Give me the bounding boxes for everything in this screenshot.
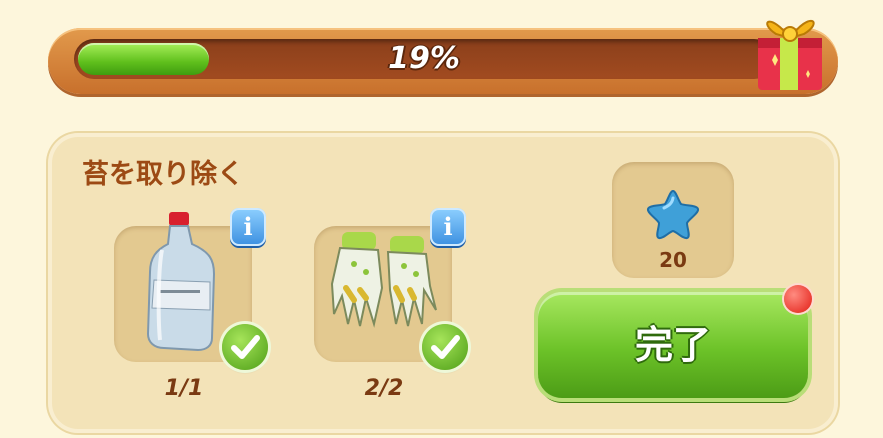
progress-bar: 19% (48, 28, 838, 94)
task-title: 苔を取り除く (82, 159, 244, 190)
item-count-bottle: 1/1 (164, 376, 204, 401)
notification-dot (784, 285, 812, 313)
info-button-bottle[interactable]: i (230, 208, 266, 246)
gift-box-icon[interactable] (750, 0, 830, 96)
progress-percent: 19% (388, 41, 460, 76)
bottle-icon (146, 212, 216, 352)
item-count-gloves: 2/2 (364, 376, 404, 401)
complete-button-label: 完了 (634, 323, 711, 367)
gloves-icon (330, 232, 437, 328)
progress-track: 19% (74, 39, 774, 79)
check-icon (222, 324, 268, 370)
quest-screen: 19% 苔を取り除く i 1/1 i 2/2 20 完了 (0, 0, 883, 438)
complete-button[interactable]: 完了 (538, 292, 808, 398)
reward-amount: 20 (659, 248, 687, 272)
check-icon (422, 324, 468, 370)
info-button-gloves[interactable]: i (430, 208, 466, 246)
blue-star-icon (646, 189, 700, 240)
